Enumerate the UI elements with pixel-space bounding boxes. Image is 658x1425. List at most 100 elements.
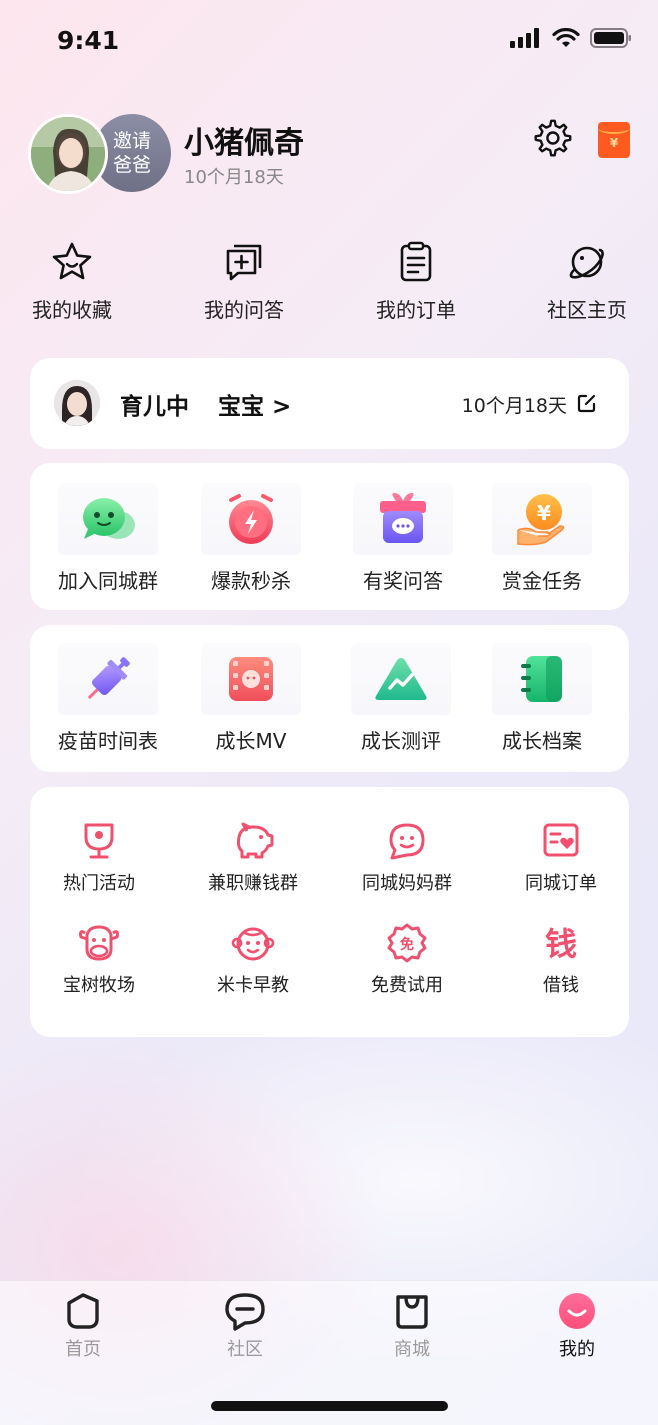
- user-avatar[interactable]: [28, 114, 108, 194]
- mountain-chart-icon: [351, 643, 451, 715]
- trophy-icon: [84, 823, 114, 859]
- quick-links: 我的收藏 我的问答 我的订单 社区主页: [0, 240, 658, 330]
- flash-sale-icon: [201, 483, 301, 555]
- order-icon: [400, 241, 432, 282]
- service-label: 加入同城群: [58, 569, 158, 593]
- gift-qa-icon: [353, 483, 453, 555]
- growth-label: 成长档案: [502, 729, 582, 753]
- monkey-icon: [231, 927, 275, 961]
- growth-label: 成长MV: [215, 729, 287, 753]
- red-packet-yen-icon: ¥: [609, 136, 619, 150]
- growth-label: 成长测评: [361, 729, 441, 753]
- archive-book-icon: [492, 643, 592, 715]
- tool-city-orders[interactable]: 同城订单: [486, 821, 636, 895]
- community-icon: [225, 1293, 265, 1331]
- baby-avatar: [54, 380, 100, 426]
- loan-glyph: 钱: [545, 925, 577, 963]
- tab-label: 社区: [227, 1339, 263, 1360]
- tool-label: 同城订单: [525, 873, 597, 894]
- mv-film-icon: [201, 643, 301, 715]
- service-prize-qa[interactable]: 有奖问答: [328, 483, 478, 594]
- quick-link-favorites[interactable]: 我的收藏: [17, 240, 127, 323]
- status-bar: 9:41: [0, 0, 658, 80]
- status-icons: [510, 28, 632, 48]
- edit-icon[interactable]: [577, 393, 597, 413]
- planet-icon: [569, 246, 604, 279]
- quick-link-label: 社区主页: [547, 298, 627, 322]
- loan-icon: 钱: [545, 925, 577, 963]
- tab-label: 首页: [65, 1339, 101, 1360]
- order-heart-icon: [543, 823, 579, 857]
- quick-link-community-home[interactable]: 社区主页: [532, 240, 642, 323]
- service-join-city-group[interactable]: 加入同城群: [33, 483, 183, 594]
- growth-mv[interactable]: 成长MV: [176, 643, 326, 754]
- tab-profile[interactable]: 我的: [527, 1291, 627, 1361]
- piggy-bank-icon: [236, 822, 274, 859]
- wifi-icon: [552, 28, 580, 47]
- status-time: 9:41: [57, 26, 120, 55]
- home-icon: [67, 1293, 99, 1329]
- quick-link-orders[interactable]: 我的订单: [361, 240, 471, 323]
- growth-archive[interactable]: 成长档案: [467, 643, 617, 754]
- qa-icon: [226, 244, 262, 281]
- tab-home[interactable]: 首页: [33, 1291, 133, 1361]
- gear-icon[interactable]: [534, 119, 572, 157]
- red-packet-flap: [598, 122, 630, 134]
- tool-part-time-group[interactable]: 兼职赚钱群: [178, 821, 328, 895]
- tool-label: 米卡早教: [217, 975, 289, 996]
- avatar-photo-icon: [31, 117, 105, 191]
- user-name: 小猪佩奇: [184, 126, 304, 161]
- red-packet-button[interactable]: ¥: [598, 122, 630, 158]
- star-icon: [52, 242, 92, 280]
- home-indicator[interactable]: [211, 1401, 448, 1411]
- service-label: 爆款秒杀: [211, 569, 291, 593]
- tab-shop[interactable]: 商城: [362, 1291, 462, 1361]
- tool-borrow-money[interactable]: 钱 借钱: [486, 923, 636, 997]
- cellular-signal-icon: [510, 28, 539, 48]
- reward-coin-icon: ¥: [492, 483, 592, 555]
- service-label: 赏金任务: [502, 569, 582, 593]
- tool-city-moms-group[interactable]: 同城妈妈群: [332, 821, 482, 895]
- baby-status: 育儿中: [120, 394, 189, 420]
- service-flash-sale[interactable]: 爆款秒杀: [176, 483, 326, 594]
- shop-bag-icon: [396, 1295, 428, 1329]
- free-glyph: 免: [400, 936, 414, 953]
- growth-card: 疫苗时间表 成长MV 成长测评 成长档案: [30, 625, 629, 772]
- tool-label: 宝树牧场: [63, 975, 135, 996]
- growth-vaccine-schedule[interactable]: 疫苗时间表: [33, 643, 183, 754]
- free-badge-icon: 免: [387, 923, 427, 963]
- service-label: 有奖问答: [363, 569, 443, 593]
- vaccine-icon: [58, 643, 158, 715]
- growth-assessment[interactable]: 成长测评: [326, 643, 476, 754]
- baby-card[interactable]: 育儿中 宝宝 > 10个月18天: [30, 358, 629, 449]
- tool-label: 同城妈妈群: [362, 873, 452, 894]
- chat-face-icon: [389, 823, 425, 860]
- battery-icon: [590, 28, 631, 48]
- baby-age: 10个月18天: [461, 395, 567, 417]
- tool-label: 借钱: [543, 975, 579, 996]
- services-card: 加入同城群 爆款秒杀 有奖问答 ¥ 赏金任务: [30, 463, 629, 610]
- tool-hot-activities[interactable]: 热门活动: [24, 821, 174, 895]
- tool-free-trial[interactable]: 免 免费试用: [332, 923, 482, 997]
- tool-mika-early-education[interactable]: 米卡早教: [178, 923, 328, 997]
- tab-label: 商城: [394, 1339, 430, 1360]
- quick-link-label: 我的收藏: [32, 298, 112, 322]
- quick-link-qa[interactable]: 我的问答: [189, 240, 299, 323]
- tool-label: 兼职赚钱群: [208, 873, 298, 894]
- cow-icon: [79, 925, 119, 961]
- baby-photo-icon: [54, 380, 100, 426]
- wechat-group-icon: [58, 483, 158, 555]
- growth-label: 疫苗时间表: [58, 729, 158, 753]
- svg-text:¥: ¥: [537, 501, 551, 525]
- tab-community[interactable]: 社区: [195, 1291, 295, 1361]
- tab-label: 我的: [559, 1339, 595, 1360]
- tools-card: 热门活动 兼职赚钱群 同城妈妈群 同城订单 宝树牧场 米卡早教 免 免费试用 钱…: [30, 787, 629, 1037]
- profile-icon: [559, 1293, 595, 1329]
- quick-link-label: 我的订单: [376, 298, 456, 322]
- service-bounty-task[interactable]: ¥ 赏金任务: [467, 483, 617, 594]
- tool-baoshu-ranch[interactable]: 宝树牧场: [24, 923, 174, 997]
- tool-label: 免费试用: [371, 975, 443, 996]
- tool-label: 热门活动: [63, 873, 135, 894]
- baby-name-link[interactable]: 宝宝 >: [218, 387, 291, 421]
- child-age: 10个月18天: [184, 167, 284, 188]
